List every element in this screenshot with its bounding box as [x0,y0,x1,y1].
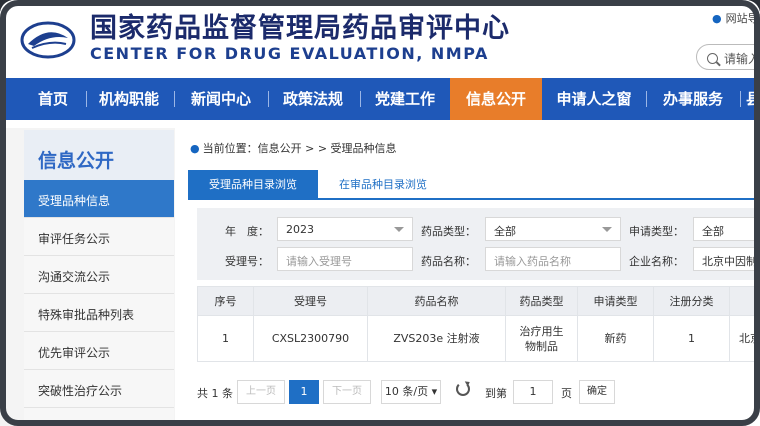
apply-type-select[interactable]: 全部 [693,217,760,241]
breadcrumb: ● 当前位置：信息公开 > > 受理品种信息 [190,142,397,155]
nav-party[interactable]: 党建工作 [362,78,448,120]
cde-logo-icon [20,21,76,59]
search-input[interactable]: 请输入 [696,44,760,70]
goto-label: 到第 [485,387,507,400]
nav-news[interactable]: 新闻中心 [178,78,264,120]
col-header-apply-type: 申请类型 [578,287,654,315]
nav-applicant[interactable]: 申请人之窗 [546,78,642,120]
year-label: 年 度： [225,225,269,238]
col-header-drug-type: 药品类型 [506,287,578,315]
refresh-icon[interactable] [456,382,470,396]
sidebar-title: 信息公开 [24,130,174,180]
nav-organization[interactable]: 机构职能 [88,78,170,120]
cell-accept-no: CXSL2300790 [254,316,368,361]
drug-type-label: 药品类型： [421,225,476,238]
year-select[interactable]: 2023 [277,217,413,241]
chevron-down-icon [394,227,404,232]
col-header-index: 序号 [198,287,254,315]
apply-type-label: 申请类型： [629,225,684,238]
drug-name-label: 药品名称： [421,255,476,268]
sidebar: 信息公开 受理品种信息 审评任务公示 沟通交流公示 特殊审批品种列表 优先审评公… [0,128,175,426]
site-navigation-link[interactable]: ●网站导航 [712,10,760,26]
company-label: 企业名称： [629,255,684,268]
main-navbar: 首页 机构职能 新闻中心 政策法规 党建工作 信息公开 申请人之窗 办事服务 县 [0,78,760,120]
page-number-button[interactable]: 1 [289,380,319,404]
accept-no-input[interactable]: 请输入受理号 [277,247,413,271]
nav-policy[interactable]: 政策法规 [270,78,356,120]
company-input[interactable]: 北京中因制药 [693,247,760,271]
cell-index: 1 [198,316,254,361]
page-unit-label: 页 [561,387,572,400]
total-count: 共 1 条 [197,387,233,400]
col-header-accept-no: 受理号 [254,287,368,315]
nav-services[interactable]: 办事服务 [650,78,736,120]
cell-drug-type: 治疗用生物制品 [506,316,578,361]
sidebar-item-accepted-drugs[interactable]: 受理品种信息 [24,180,174,218]
table-row[interactable]: 1 CXSL2300790 ZVS203e 注射液 治疗用生物制品 新药 1 北… [197,316,760,362]
sidebar-item-three-in-one[interactable]: 三合一序列公示 [24,408,174,426]
site-title-cn: 国家药品监督管理局药品审评中心 [90,13,510,44]
nav-divider [646,91,647,107]
tab-accepted-catalog[interactable]: 受理品种目录浏览 [188,170,318,200]
col-header-drug-name: 药品名称 [368,287,506,315]
location-pin-icon: ● [190,142,200,155]
nav-divider [360,91,361,107]
tab-bar: 受理品种目录浏览 在审品种目录浏览 [188,170,760,200]
nav-divider [174,91,175,107]
sidebar-item-breakthrough[interactable]: 突破性治疗公示 [24,370,174,408]
cell-company: 北京 [739,332,760,345]
site-header: 国家药品监督管理局药品审评中心 CENTER FOR DRUG EVALUATI… [0,0,760,78]
accept-no-label: 受理号： [225,255,269,268]
filter-panel: 年 度： 2023 药品类型： 全部 申请类型： 全部 受理号： 请输入受理号 … [197,208,760,280]
tab-in-review-catalog[interactable]: 在审品种目录浏览 [318,170,448,200]
search-icon [707,53,718,64]
nav-divider [86,91,87,107]
cell-apply-type: 新药 [578,316,654,361]
cell-drug-name: ZVS203e 注射液 [368,316,506,361]
page-size-select[interactable]: 10 条/页 ▾ [381,380,441,404]
sidebar-item-priority-review[interactable]: 优先审评公示 [24,332,174,370]
col-header-company [730,287,760,315]
nav-divider [740,91,741,107]
location-pin-icon: ● [712,12,722,25]
goto-page-input[interactable]: 1 [513,380,553,404]
prev-page-button[interactable]: 上一页 [237,380,285,404]
drug-name-input[interactable]: 请输入药品名称 [485,247,621,271]
next-page-button[interactable]: 下一页 [323,380,371,404]
page: 国家药品监督管理局药品审评中心 CENTER FOR DRUG EVALUATI… [0,0,760,426]
table-header: 序号 受理号 药品名称 药品类型 申请类型 注册分类 [197,286,760,316]
pagination: 共 1 条 上一页 1 下一页 10 条/页 ▾ 到第 1 页 确定 [197,380,760,404]
site-title-en: CENTER FOR DRUG EVALUATION, NMPA [90,44,489,63]
sidebar-item-review-tasks[interactable]: 审评任务公示 [24,218,174,256]
col-header-reg-class: 注册分类 [654,287,730,315]
chevron-down-icon [602,227,612,232]
cell-reg-class: 1 [654,316,730,361]
confirm-button[interactable]: 确定 [579,380,615,404]
nav-info-public[interactable]: 信息公开 [450,78,542,120]
drug-type-select[interactable]: 全部 [485,217,621,241]
nav-divider [268,91,269,107]
nav-more[interactable]: 县 [746,78,760,120]
nav-home[interactable]: 首页 [22,78,84,120]
sidebar-item-communication[interactable]: 沟通交流公示 [24,256,174,294]
sidebar-item-special-approval[interactable]: 特殊审批品种列表 [24,294,174,332]
